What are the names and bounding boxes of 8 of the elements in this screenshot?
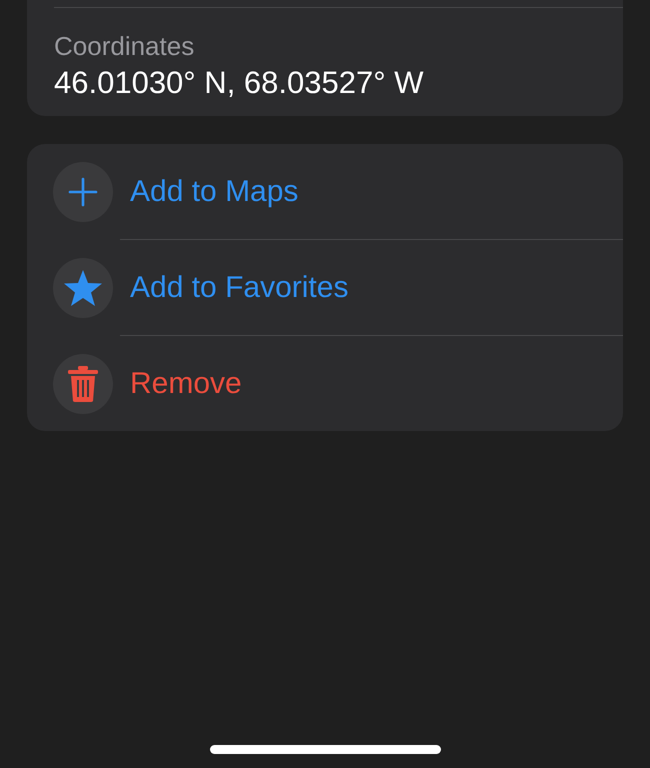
action-button[interactable]: Add to Favorites — [130, 270, 348, 304]
coordinates-value: 46.01030° N, 68.03527° W — [54, 64, 424, 102]
star-icon — [63, 268, 103, 306]
field-label: Coordinates — [54, 30, 194, 62]
action-button[interactable]: Add to Maps — [130, 174, 298, 208]
plus-icon — [68, 176, 98, 206]
trash-icon — [67, 364, 99, 402]
action-button[interactable]: Remove — [130, 366, 242, 400]
